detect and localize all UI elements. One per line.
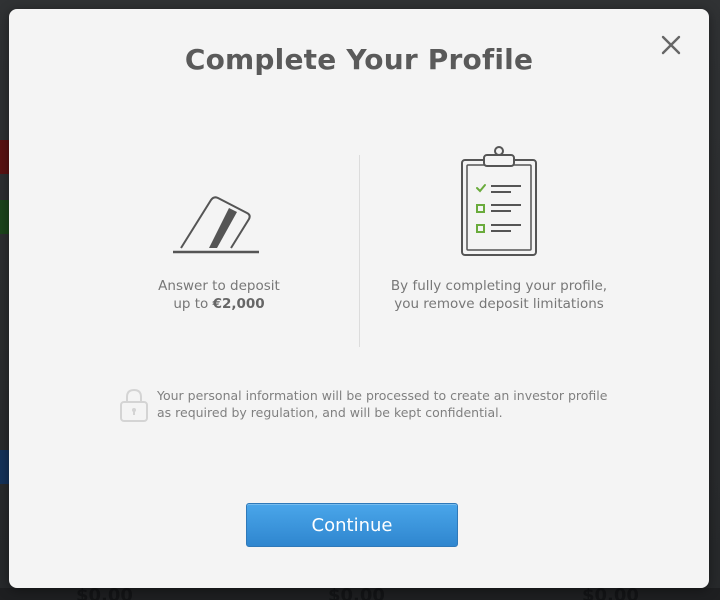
features-divider	[359, 155, 360, 347]
remove-limitations-feature: By fully completing your profile, you re…	[389, 145, 609, 313]
deposit-limit-line2: up to €2,000	[109, 295, 329, 313]
complete-profile-modal: Complete Your Profile Answer to deposit …	[9, 9, 709, 588]
modal-title: Complete Your Profile	[184, 43, 534, 76]
feature-icon-container	[109, 145, 329, 257]
continue-button[interactable]: Continue	[246, 503, 458, 547]
remove-limitations-text: By fully completing your profile, you re…	[390, 278, 608, 312]
clipboard-checklist-icon	[461, 146, 537, 256]
lock-icon	[120, 388, 148, 422]
close-icon	[661, 35, 681, 55]
credit-card-icon	[173, 196, 259, 254]
feature-icon-container	[389, 145, 609, 257]
profile-benefits: Answer to deposit up to €2,000 By fully …	[9, 145, 709, 347]
deposit-limit-feature: Answer to deposit up to €2,000	[109, 145, 329, 313]
close-button[interactable]	[659, 33, 683, 57]
deposit-limit-amount: €2,000	[212, 296, 265, 312]
deposit-limit-text: Answer to deposit up to €2,000	[109, 277, 329, 313]
deposit-limit-line1: Answer to deposit	[158, 278, 280, 294]
deposit-limit-prefix: up to	[173, 296, 213, 312]
privacy-notice: Your personal information will be proces…	[119, 387, 619, 427]
privacy-notice-text: Your personal information will be proces…	[157, 388, 608, 420]
